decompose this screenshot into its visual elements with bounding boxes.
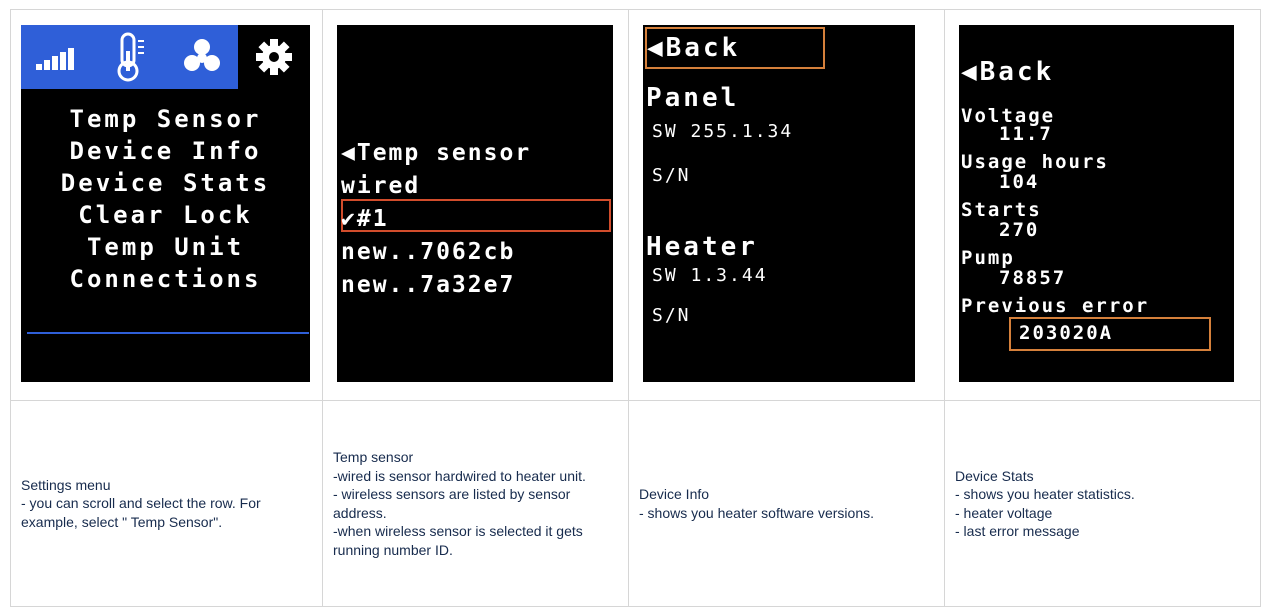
tab-signal[interactable] <box>21 25 94 89</box>
screenshot-row: Temp Sensor Device Info Device Stats Cle… <box>10 9 1261 401</box>
menu-item-clear-lock[interactable]: Clear Lock <box>21 199 310 231</box>
sensor-item-wireless-2[interactable]: new..7a32e7 <box>341 269 531 302</box>
device-info-caption: Device Info - shows you heater software … <box>639 486 874 521</box>
usage-hours-label: Usage hours <box>961 151 1109 173</box>
settings-caption-cell: Settings menu - you can scroll and selec… <box>10 400 323 607</box>
thermometer-icon <box>117 32 145 82</box>
fan-icon <box>183 39 220 71</box>
usage-hours-value: 104 <box>999 171 1040 193</box>
panel-title: Panel <box>646 83 740 113</box>
device-stats-caption-cell: Device Stats - shows you heater statisti… <box>944 400 1261 607</box>
temp-sensor-caption: Temp sensor -wired is sensor hardwired t… <box>333 449 586 558</box>
voltage-value: 11.7 <box>999 123 1053 145</box>
starts-label: Starts <box>961 199 1042 221</box>
temp-sensor-caption-cell: Temp sensor -wired is sensor hardwired t… <box>322 400 629 607</box>
sensor-item-wired[interactable]: wired <box>341 170 531 203</box>
heater-serial-number: S/N <box>652 305 691 326</box>
tab-settings[interactable] <box>237 25 310 89</box>
sensor-list: ◀Temp sensor wired ✔#1 new..7062cb new..… <box>341 137 531 302</box>
documentation-table: Temp Sensor Device Info Device Stats Cle… <box>10 9 1261 607</box>
settings-screenshot-cell: Temp Sensor Device Info Device Stats Cle… <box>10 9 323 401</box>
menu-item-temp-sensor[interactable]: Temp Sensor <box>21 103 310 135</box>
device-stats-caption: Device Stats - shows you heater statisti… <box>955 467 1135 540</box>
heater-software-version: SW 1.3.44 <box>652 265 768 286</box>
device-stats-screenshot-cell: ◀Back Voltage 11.7 Usage hours 104 Start… <box>944 9 1261 401</box>
temp-sensor-screen: ◀Temp sensor wired ✔#1 new..7062cb new..… <box>337 25 613 382</box>
scroll-divider <box>27 332 309 334</box>
gear-icon <box>255 39 292 75</box>
starts-value: 270 <box>999 219 1040 241</box>
pump-value: 78857 <box>999 267 1067 289</box>
panel-software-version: SW 255.1.34 <box>652 121 794 142</box>
back-button[interactable]: ◀Back <box>961 57 1054 87</box>
settings-menu-list: Temp Sensor Device Info Device Stats Cle… <box>21 103 310 295</box>
back-button[interactable]: ◀Back <box>645 27 825 69</box>
menu-item-device-stats[interactable]: Device Stats <box>21 167 310 199</box>
menu-item-device-info[interactable]: Device Info <box>21 135 310 167</box>
device-info-screenshot-cell: ◀Back Panel SW 255.1.34 S/N Heater SW 1.… <box>628 9 945 401</box>
device-stats-screen: ◀Back Voltage 11.7 Usage hours 104 Start… <box>959 25 1234 382</box>
sensor-item-wireless-1[interactable]: new..7062cb <box>341 236 531 269</box>
temp-sensor-screenshot-cell: ◀Temp sensor wired ✔#1 new..7062cb new..… <box>322 9 629 401</box>
tab-fan[interactable] <box>165 25 238 89</box>
caption-row: Settings menu - you can scroll and selec… <box>10 400 1261 607</box>
tab-temperature[interactable] <box>93 25 166 89</box>
device-info-caption-cell: Device Info - shows you heater software … <box>628 400 945 607</box>
settings-caption: Settings menu - you can scroll and selec… <box>21 476 261 530</box>
sensor-item-selected[interactable]: ✔#1 <box>341 203 531 236</box>
menu-item-connections[interactable]: Connections <box>21 263 310 295</box>
previous-error-label: Previous error <box>961 295 1150 317</box>
pump-label: Pump <box>961 247 1015 269</box>
signal-icon <box>36 48 75 70</box>
device-info-screen: ◀Back Panel SW 255.1.34 S/N Heater SW 1.… <box>643 25 915 382</box>
previous-error-value: 203020A <box>1019 322 1114 344</box>
tab-bar <box>21 25 310 89</box>
panel-serial-number: S/N <box>652 165 691 186</box>
heater-title: Heater <box>646 232 758 262</box>
menu-item-temp-unit[interactable]: Temp Unit <box>21 231 310 263</box>
settings-menu-screen: Temp Sensor Device Info Device Stats Cle… <box>21 25 310 382</box>
temp-sensor-back-item[interactable]: ◀Temp sensor <box>341 137 531 170</box>
